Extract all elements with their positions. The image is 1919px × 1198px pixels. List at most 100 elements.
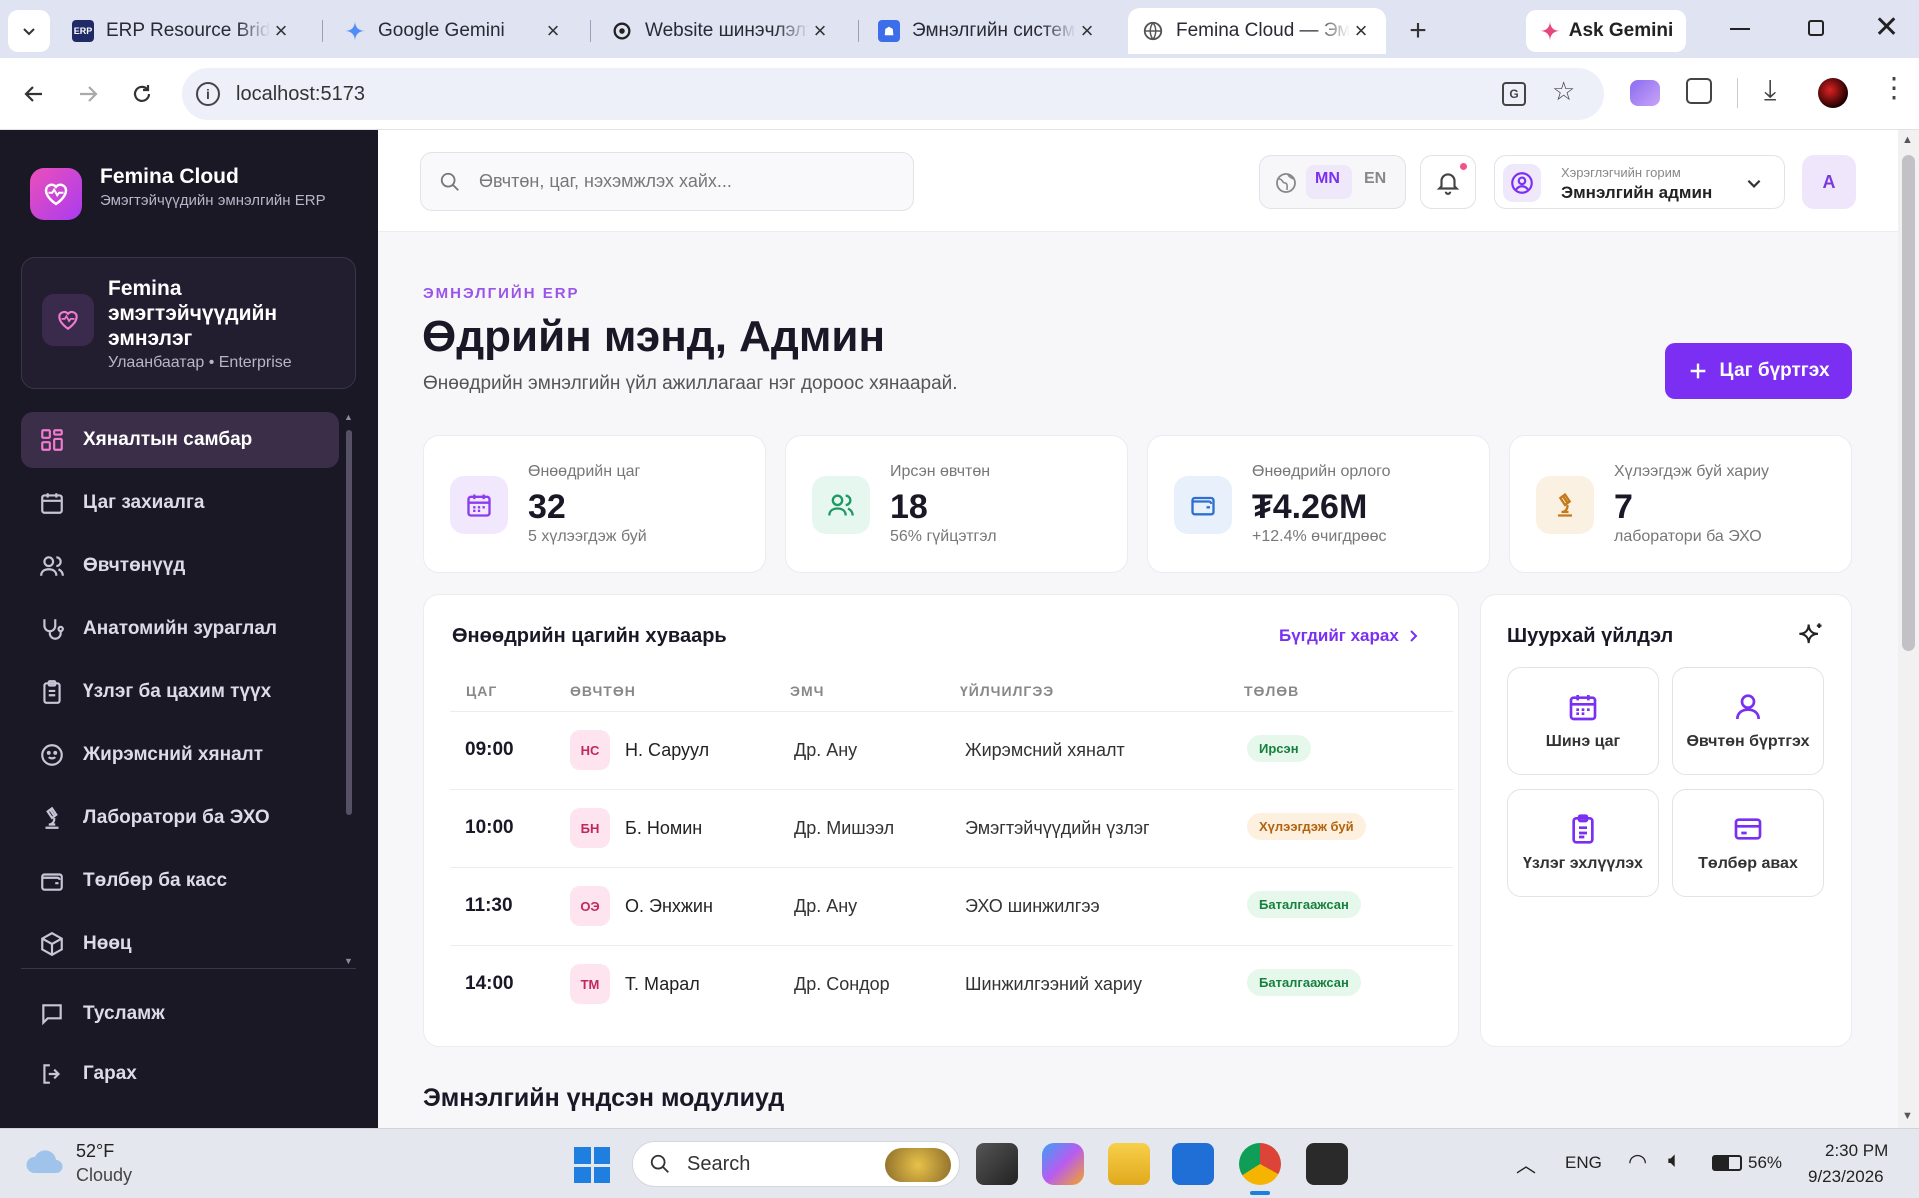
role-label: Хэрэглэгчийн горим xyxy=(1561,165,1681,180)
erp-favicon-icon: ERP xyxy=(72,20,94,42)
browser-tab[interactable]: Google Gemini × xyxy=(330,8,578,54)
sidebar-item-inventory[interactable]: Нөөц xyxy=(21,916,339,972)
view-all-link[interactable]: Бүгдийг харах xyxy=(1279,626,1421,646)
table-row[interactable]: 11:30 ОЭ О. Энхжин Др. Ану ЭХО шинжилгээ… xyxy=(450,867,1453,945)
close-icon[interactable]: × xyxy=(1350,18,1372,44)
notifications-button[interactable] xyxy=(1420,155,1476,209)
stat-sub: +12.4% өчигдрөөс xyxy=(1252,528,1387,545)
page-scrollbar-thumb[interactable] xyxy=(1902,155,1915,651)
close-icon[interactable]: × xyxy=(542,18,564,44)
browser-tab[interactable]: ☗ Эмнэлгийн систем × xyxy=(864,8,1112,54)
close-icon[interactable]: × xyxy=(1076,18,1098,44)
browser-tab[interactable]: Website шинэчлэлт × xyxy=(597,8,845,54)
translate-icon[interactable]: G xyxy=(1502,82,1526,106)
clinic-card[interactable]: Femina эмэгтэйчүүдийн эмнэлэг Улаанбаата… xyxy=(21,257,356,389)
schedule-title: Өнөөдрийн цагийн хуваарь xyxy=(452,625,727,647)
restore-button[interactable] xyxy=(1808,20,1824,36)
site-info-icon[interactable]: i xyxy=(196,82,220,106)
patient-initials: ТМ xyxy=(570,964,610,1004)
tray-chevron-up-icon[interactable]: ︿ xyxy=(1516,1149,1536,1178)
table-row[interactable]: 14:00 ТМ Т. Марал Др. Сондор Шинжилгээни… xyxy=(450,945,1453,1023)
stat-card-revenue: Өнөөдрийн орлого ₮4.26M +12.4% өчигдрөөс xyxy=(1147,435,1490,573)
chrome-icon[interactable] xyxy=(1239,1143,1281,1185)
clipboard-icon xyxy=(1572,814,1594,844)
notification-dot xyxy=(1460,163,1467,170)
input-language[interactable]: ENG xyxy=(1565,1153,1602,1173)
close-window-button[interactable]: ✕ xyxy=(1874,10,1899,45)
copilot-icon[interactable] xyxy=(1042,1143,1084,1185)
sidebar-item-lab[interactable]: Лаборатори ба ЭХО xyxy=(21,790,339,846)
scroll-down-arrow[interactable]: ▼ xyxy=(344,956,353,966)
language-switch[interactable]: MN EN xyxy=(1259,155,1406,209)
role-selector[interactable]: Хэрэглэгчийн горим Эмнэлгийн админ xyxy=(1494,155,1785,209)
scroll-up-arrow[interactable]: ▲ xyxy=(1902,134,1913,146)
tab-search-button[interactable] xyxy=(8,10,50,52)
table-row[interactable]: 10:00 БН Б. Номин Др. Мишээл Эмэгтэйчүүд… xyxy=(450,789,1453,867)
register-patient-action[interactable]: Өвчтөн бүртгэх xyxy=(1672,667,1824,775)
sidebar-item-pregnancy[interactable]: Жирэмсний хяналт xyxy=(21,727,339,783)
scroll-down-arrow[interactable]: ▼ xyxy=(1902,1110,1913,1122)
status-badge: Баталгаажсан xyxy=(1247,891,1361,918)
minimize-button[interactable] xyxy=(1730,28,1750,30)
volume-icon[interactable]: 🔈︎ xyxy=(1668,1147,1681,1173)
service-name: Жирэмсний хяналт xyxy=(965,740,1125,760)
store-icon[interactable] xyxy=(1172,1143,1214,1185)
stat-value: ₮4.26M xyxy=(1252,488,1368,526)
globe-icon xyxy=(1142,20,1164,42)
browser-toolbar: i localhost:5173 G ☆ ⤓ ⋮ xyxy=(0,58,1919,130)
appointment-time: 10:00 xyxy=(465,817,514,838)
sidebar-item-dashboard[interactable]: Хяналтын самбар xyxy=(21,412,339,468)
sidebar: Femina Cloud Эмэгтэйчүүдийн эмнэлгийн ER… xyxy=(0,130,378,1128)
extensions-puzzle-icon[interactable] xyxy=(1686,78,1712,104)
reload-button[interactable] xyxy=(124,76,160,112)
windows-start-icon[interactable] xyxy=(574,1147,610,1183)
sidebar-item-anatomy[interactable]: Анатомийн зураглал xyxy=(21,601,339,657)
menu-kebab-icon[interactable]: ⋮ xyxy=(1880,74,1908,102)
sidebar-item-logout[interactable]: Гарах xyxy=(21,1046,339,1102)
clock-time[interactable]: 2:30 PM xyxy=(1825,1141,1888,1161)
wifi-icon[interactable]: ◠ xyxy=(1628,1149,1647,1175)
new-tab-button[interactable]: + xyxy=(1397,10,1439,52)
forward-button[interactable] xyxy=(70,76,106,112)
battery-icon[interactable] xyxy=(1712,1155,1742,1171)
bookmark-star-icon[interactable]: ☆ xyxy=(1552,76,1575,107)
lang-mn-label: MN xyxy=(1315,170,1340,187)
new-appointment-action[interactable]: Шинэ цаг xyxy=(1507,667,1659,775)
close-icon[interactable]: × xyxy=(270,18,292,44)
address-bar[interactable]: i localhost:5173 G ☆ xyxy=(182,68,1604,120)
taskbar-search[interactable]: Search xyxy=(632,1141,960,1187)
sidebar-item-help[interactable]: Тусламж xyxy=(21,986,339,1042)
back-button[interactable] xyxy=(16,76,52,112)
user-avatar[interactable]: A xyxy=(1802,155,1856,209)
browser-tab-active[interactable]: Femina Cloud — Эм × xyxy=(1128,8,1386,54)
tab-title: ERP Resource Bridge xyxy=(106,20,270,41)
patient-initials: БН xyxy=(570,808,610,848)
sidebar-item-appointments[interactable]: Цаг захиалга xyxy=(21,475,339,531)
sidebar-item-exams[interactable]: Үзлэг ба цахим түүх xyxy=(21,664,339,720)
sidebar-scrollbar[interactable] xyxy=(346,430,352,815)
scroll-up-arrow[interactable]: ▲ xyxy=(344,412,353,422)
close-icon[interactable]: × xyxy=(809,18,831,44)
file-explorer-icon[interactable] xyxy=(1108,1143,1150,1185)
sidebar-item-patients[interactable]: Өвчтөнүүд xyxy=(21,538,339,594)
terminal-icon[interactable] xyxy=(1306,1143,1348,1185)
plus-icon xyxy=(1691,363,1706,379)
add-appointment-button[interactable]: Цаг бүртгэх xyxy=(1665,343,1852,399)
download-icon[interactable]: ⤓ xyxy=(1764,74,1776,107)
weather-widget[interactable]: 52°F Cloudy xyxy=(24,1139,144,1189)
browser-tab[interactable]: ERP ERP Resource Bridge × xyxy=(58,8,306,54)
clock-date[interactable]: 9/23/2026 xyxy=(1808,1167,1884,1187)
table-row[interactable]: 09:00 НС Н. Саруул Др. Ану Жирэмсний хян… xyxy=(450,711,1453,789)
take-payment-action[interactable]: Төлбөр авах xyxy=(1672,789,1824,897)
start-exam-action[interactable]: Үзлэг эхлүүлэх xyxy=(1507,789,1659,897)
ask-gemini-button[interactable]: Ask Gemini xyxy=(1526,10,1686,52)
arrow-right-icon xyxy=(80,86,98,102)
lang-en-button[interactable]: EN xyxy=(1364,170,1386,188)
sidebar-item-billing[interactable]: Төлбөр ба касс xyxy=(21,853,339,909)
users-icon xyxy=(812,476,870,534)
extension-gemini-icon[interactable] xyxy=(1630,80,1660,106)
task-view-icon[interactable] xyxy=(976,1143,1018,1185)
profile-avatar[interactable] xyxy=(1818,78,1848,108)
search-input[interactable]: Өвчтөн, цаг, нэхэмжлэх хайх... xyxy=(420,152,914,211)
tab-title: Эмнэлгийн систем xyxy=(912,20,1076,41)
